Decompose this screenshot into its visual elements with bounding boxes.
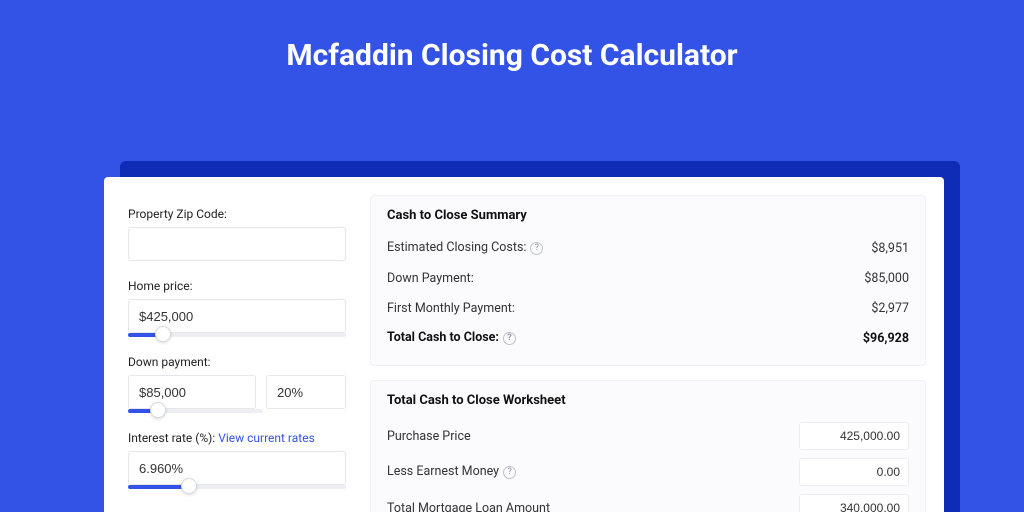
summary-row-label: First Monthly Payment: [387,301,515,316]
worksheet-row-input[interactable] [799,494,909,512]
worksheet-row-input[interactable] [799,458,909,486]
help-icon[interactable]: ? [503,466,516,479]
view-rates-link[interactable]: View current rates [218,431,315,445]
worksheet-row-label: Total Mortgage Loan Amount [387,501,550,512]
worksheet-heading: Total Cash to Close Worksheet [387,393,909,408]
help-icon[interactable]: ? [530,242,543,255]
results-column: Cash to Close Summary Estimated Closing … [364,177,944,512]
home-price-label: Home price: [128,279,346,293]
zip-input[interactable] [128,227,346,261]
interest-rate-label-text: Interest rate (%): [128,431,215,445]
down-payment-pct-input[interactable] [266,375,346,409]
summary-row-label: Total Cash to Close:? [387,330,516,346]
summary-row: Down Payment: $85,000 [387,263,909,293]
down-payment-slider-thumb[interactable] [150,402,166,418]
page-title: Mcfaddin Closing Cost Calculator [0,0,1024,73]
worksheet-row: Less Earnest Money? [387,454,909,490]
interest-rate-slider-thumb[interactable] [181,478,197,494]
summary-heading: Cash to Close Summary [387,208,909,223]
summary-row-value: $96,928 [863,331,909,346]
worksheet-row: Purchase Price [387,418,909,454]
interest-rate-label: Interest rate (%): View current rates [128,431,346,445]
interest-rate-slider-fill [128,485,189,489]
form-column: Property Zip Code: Home price: Down paym… [104,177,364,512]
summary-row-value: $2,977 [871,301,909,316]
calculator-card: Property Zip Code: Home price: Down paym… [104,177,944,512]
worksheet-panel: Total Cash to Close Worksheet Purchase P… [370,380,926,512]
worksheet-row-label: Purchase Price [387,429,471,444]
down-payment-slider[interactable] [128,409,263,413]
down-payment-input[interactable] [128,375,256,409]
zip-label: Property Zip Code: [128,207,346,221]
summary-row-value: $8,951 [871,241,909,256]
summary-row: Total Cash to Close:? $96,928 [387,323,909,353]
worksheet-row-input[interactable] [799,422,909,450]
summary-panel: Cash to Close Summary Estimated Closing … [370,195,926,366]
summary-row: First Monthly Payment: $2,977 [387,293,909,323]
interest-rate-input[interactable] [128,451,346,485]
home-price-slider-thumb[interactable] [155,326,171,342]
help-icon[interactable]: ? [503,332,516,345]
worksheet-row: Total Mortgage Loan Amount [387,490,909,512]
worksheet-row-label: Less Earnest Money? [387,464,516,480]
summary-row-label: Down Payment: [387,271,474,286]
home-price-slider[interactable] [128,333,346,337]
down-payment-label: Down payment: [128,355,346,369]
summary-row-value: $85,000 [864,271,909,286]
interest-rate-slider[interactable] [128,485,346,489]
summary-row: Estimated Closing Costs:? $8,951 [387,233,909,263]
summary-row-label: Estimated Closing Costs:? [387,240,543,256]
